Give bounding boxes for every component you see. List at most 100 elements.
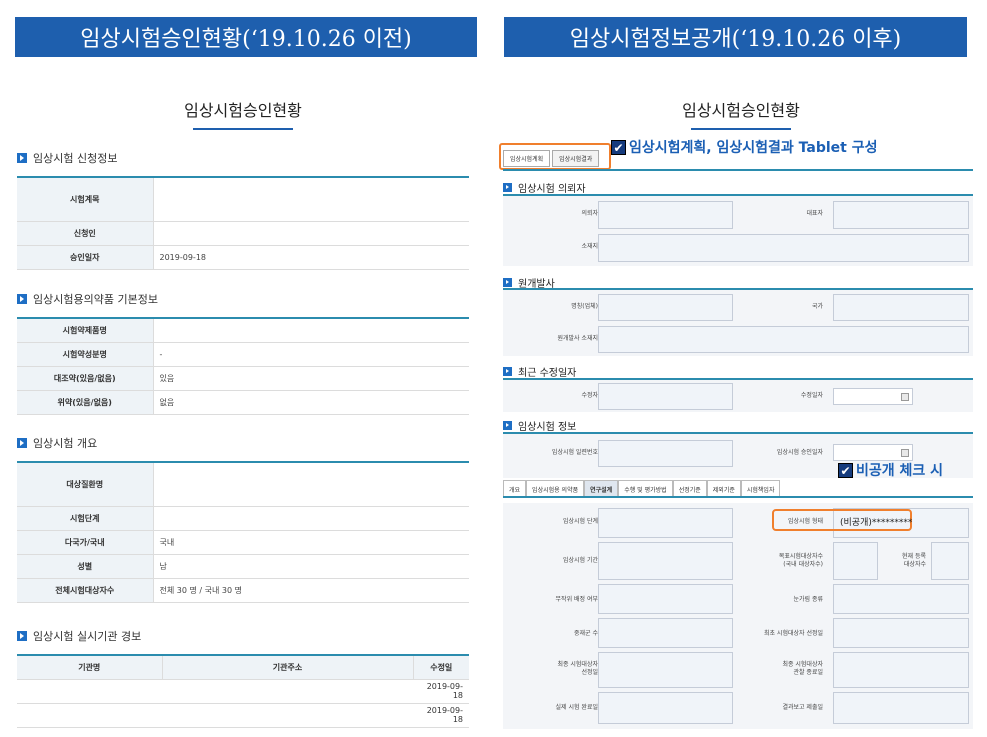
title-underline — [193, 128, 293, 130]
drug-table: 시험약제품명 시험약성분명 - 대조약(있음/없음) 있음 위약(있음/없음) 없음 — [17, 317, 469, 415]
table-row: 신청인 — [17, 221, 469, 246]
section-overview: 임상시험 개요 — [17, 435, 97, 451]
row-value: 남 — [153, 554, 469, 579]
section-last-update: 최근 수정일자 — [503, 364, 576, 379]
col-header-address: 기관주소 — [162, 655, 414, 680]
completion-field — [598, 692, 733, 724]
tabs-highlight — [499, 143, 611, 170]
field-label: 최초 시험대상자 선정일 — [763, 630, 823, 637]
row-value: 국내 — [153, 530, 469, 555]
label-line: (국내 대상자수) — [783, 560, 823, 568]
update-box: 수정자 수정일자 — [503, 378, 973, 412]
field-label: 명칭(업체) — [571, 303, 598, 310]
row-label: 대상질환명 — [17, 462, 154, 507]
cell — [17, 679, 162, 704]
label-line: 대상자수 — [903, 560, 926, 568]
label-line: 선정일 — [581, 668, 598, 676]
title-underline — [691, 128, 791, 130]
sponsor-box: 의뢰자 대표자 소재지 — [503, 194, 973, 266]
tab-design[interactable]: 연구설계 — [584, 480, 619, 496]
table-row: 시험약제품명 — [17, 318, 469, 343]
bullet-icon — [17, 631, 27, 641]
section-label: 임상시험 신청정보 — [33, 152, 118, 165]
serial-number-field — [598, 440, 733, 467]
table-row: 대상질환명 — [17, 462, 469, 507]
bullet-icon — [17, 438, 27, 448]
section-label: 임상시험 정보 — [518, 422, 577, 433]
right-page-title-text: 임상시험승인현황 — [682, 101, 800, 120]
phase-field — [598, 508, 733, 538]
cell — [17, 703, 162, 728]
section-sponsor: 임상시험 의뢰자 — [503, 180, 586, 195]
bullet-icon — [17, 294, 27, 304]
update-date-field[interactable] — [833, 388, 913, 405]
label-line: 관찰 종료일 — [793, 668, 823, 676]
table-row: 전체시험대상자수 전체 30 명 / 국내 30 명 — [17, 578, 469, 603]
bullet-icon — [503, 183, 512, 192]
field-label: 결과보고 제출일 — [782, 704, 823, 711]
calendar-icon[interactable] — [901, 449, 909, 457]
left-page-title-text: 임상시험승인현황 — [184, 101, 302, 120]
left-banner: 임상시험승인현황(‘19.10.26 이전) — [15, 17, 477, 57]
report-field — [833, 692, 969, 724]
label-line: 목표시험대상자수 — [778, 553, 823, 560]
field-label: 임상시험 승인일자 — [776, 449, 823, 456]
first-enroll-field — [833, 618, 969, 648]
modifier-field — [598, 383, 733, 410]
field-label: 수정일자 — [800, 392, 823, 399]
bullet-icon — [503, 367, 512, 376]
tab-inclusion[interactable]: 선정기준 — [672, 480, 707, 496]
row-label: 시험계목 — [17, 177, 154, 222]
row-label: 시험단계 — [17, 506, 154, 531]
field-label: 국가 — [811, 303, 823, 310]
right-page-title: 임상시험승인현황 — [676, 97, 806, 130]
label-line: 최종 시험대상자 — [557, 661, 598, 668]
field-label: 의뢰자 — [581, 210, 598, 217]
tab-overview[interactable]: 개요 — [503, 480, 527, 496]
approval-date-field[interactable] — [833, 444, 913, 461]
row-label: 승인일자 — [17, 245, 154, 270]
row-label: 위약(있음/없음) — [17, 390, 154, 415]
tab-drug[interactable]: 임상시험용 의약품 — [526, 480, 585, 496]
section-label: 임상시험 개요 — [33, 437, 98, 450]
sponsor-field — [598, 201, 733, 229]
tab-investigator[interactable]: 시험책임자 — [740, 480, 781, 496]
apply-table: 시험계목 신청인 승인일자 2019-09-18 — [17, 176, 469, 270]
last-observe-field — [833, 652, 969, 688]
field-label: 눈가림 종류 — [793, 596, 823, 603]
row-label: 다국가/국내 — [17, 530, 154, 555]
field-label: 무작위 배정 여부 — [555, 596, 598, 603]
checkbox-icon: ✔ — [611, 139, 626, 155]
row-value — [153, 221, 469, 246]
field-label: 중재군 수 — [574, 630, 598, 637]
period-field — [598, 542, 733, 580]
tab-exclusion[interactable]: 제외기준 — [706, 480, 741, 496]
developer-address-field — [598, 326, 969, 353]
last-observe-label: 최종 시험대상자 관찰 종료일 — [738, 661, 823, 677]
calendar-icon[interactable] — [901, 393, 909, 401]
row-value: 2019-09-18 — [153, 245, 469, 270]
table-row: 승인일자 2019-09-18 — [17, 245, 469, 270]
row-value — [153, 318, 469, 343]
table-row: 시험약성분명 - — [17, 342, 469, 367]
tab-method[interactable]: 수행 및 평가방법 — [618, 480, 673, 496]
field-label: 실제 시험 완료일 — [555, 704, 598, 711]
current-count-field — [931, 542, 969, 580]
row-value — [153, 506, 469, 531]
table-row: 시험단계 — [17, 506, 469, 531]
target-count-field — [833, 542, 878, 580]
cell: 2019-09-18 — [413, 703, 469, 728]
cell: 2019-09-18 — [413, 679, 469, 704]
row-value — [153, 462, 469, 507]
table-row: 대조약(있음/없음) 있음 — [17, 366, 469, 391]
label-line: 최종 시험대상자 — [782, 661, 823, 668]
row-label: 대조약(있음/없음) — [17, 366, 154, 391]
col-header-name: 기관명 — [17, 655, 163, 680]
table-row: 다국가/국내 국내 — [17, 530, 469, 555]
checkbox-icon: ✔ — [838, 462, 853, 478]
field-label: 수정자 — [581, 392, 598, 399]
row-value: 없음 — [153, 390, 469, 415]
field-label: 임상시험 기간 — [562, 557, 598, 564]
section-label: 임상시험 실시기관 경보 — [33, 630, 142, 643]
address-field — [598, 234, 969, 262]
